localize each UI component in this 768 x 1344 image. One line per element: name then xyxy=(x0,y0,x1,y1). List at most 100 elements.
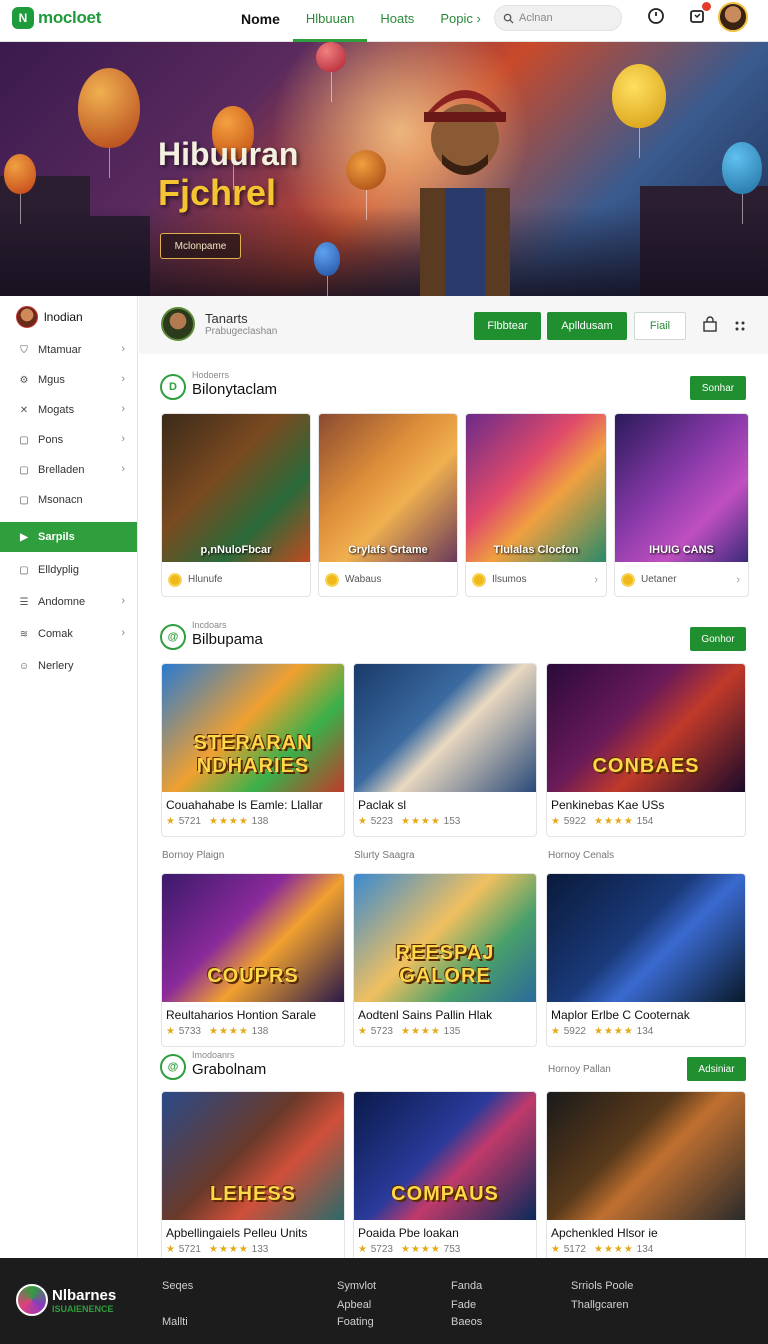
nav-link-popic[interactable]: Popic › xyxy=(427,0,493,42)
search-icon xyxy=(503,13,514,24)
chevron-right-icon: › xyxy=(121,433,125,445)
sidebar-item[interactable]: ⛉ Mtamuar › xyxy=(0,335,137,365)
sidebar-item-label: Nerlery xyxy=(38,660,74,672)
star-rating-icon: ★★★★ xyxy=(209,1244,249,1255)
chevron-right-icon: › xyxy=(736,573,740,586)
footer-link[interactable]: Fade xyxy=(451,1299,476,1311)
search-input[interactable] xyxy=(519,12,615,24)
sidebar-item[interactable]: ▢ Msonacn xyxy=(0,485,137,515)
game-card[interactable]: COUPRS Reultaharios Hontion Sarale ★ 5733 ★… xyxy=(161,873,345,1047)
game-card[interactable]: Maplor Erlbe C Cooternak ★ 5922 ★★★★ 134 xyxy=(546,873,746,1047)
game-card[interactable]: CONBAES Penkinebas Kae USs ★ 5922 ★★★★ 154 xyxy=(546,663,746,837)
footer-link[interactable]: Thallgcaren xyxy=(571,1299,628,1311)
game-card-small[interactable]: p,nNuloFbcar Hlunufe xyxy=(161,413,311,597)
footer-link[interactable]: Mallti xyxy=(162,1316,188,1328)
rating-count: 5723 xyxy=(370,1244,393,1255)
sidebar-item-label: Mgus xyxy=(38,374,65,386)
review-count: 153 xyxy=(443,816,461,827)
chevron-right-icon: › xyxy=(121,627,125,639)
filter-button[interactable]: Flbbtear xyxy=(474,312,541,340)
game-card[interactable]: STERARAN NDHARIES Couahahabe ls Eamle: Ll… xyxy=(161,663,345,837)
profile-subtitle: Prabugeclashan xyxy=(205,326,278,337)
brand-logo[interactable]: N mocloet xyxy=(12,7,101,29)
sidebar-item[interactable]: ☰ Andomne › xyxy=(0,587,137,617)
game-thumbnail-caption: IHUIG CANS xyxy=(649,544,714,556)
sidebar-item[interactable]: ≋ Comak › xyxy=(0,619,137,649)
more-button[interactable] xyxy=(735,318,745,336)
game-card-small[interactable]: IHUIG CANS Uetaner › xyxy=(614,413,749,597)
nav-link-hiburan[interactable]: Hlbuuan xyxy=(292,0,368,42)
balloon-decoration xyxy=(4,154,36,224)
game-card[interactable]: Paclak sl ★ 5223 ★★★★ 153 xyxy=(353,663,537,837)
game-card[interactable]: REESPAJ GALORE Aodtenl Sains Pallin Hlak ★… xyxy=(353,873,537,1047)
notifications-button[interactable] xyxy=(687,2,711,26)
apply-button[interactable]: Aplldusam xyxy=(547,312,627,340)
footer-logo[interactable]: Nlbarnes ISUAIENENCE xyxy=(16,1284,116,1316)
search-box[interactable] xyxy=(494,5,622,31)
footer-link[interactable]: Apbeal xyxy=(337,1299,371,1311)
game-thumbnail: IHUIG CANS xyxy=(615,414,748,562)
doc-icon: ▢ xyxy=(19,464,29,476)
footer-link[interactable]: Fanda xyxy=(451,1280,482,1292)
nav-links: Nome Hlbuuan Hoats Popic › xyxy=(228,0,494,42)
sidebar-item-label: Comak xyxy=(38,628,73,640)
game-card-small[interactable]: Grylafs Grtame Wabaus xyxy=(318,413,458,597)
footer-link[interactable]: Srriols Poole xyxy=(571,1280,633,1292)
brand-name: mocloet xyxy=(38,8,102,27)
game-rating: ★ 5721 ★★★★ 138 xyxy=(162,812,344,827)
game-thumbnail-caption: Grylafs Grtame xyxy=(348,544,428,556)
game-card[interactable]: Apchenkled Hlsor ie ★ 5172 ★★★★ 134 xyxy=(546,1091,746,1265)
game-title: Couahahabe ls Eamle: Llallar xyxy=(166,798,323,812)
section1-button[interactable]: Sonhar xyxy=(690,376,746,400)
clock-button[interactable] xyxy=(646,6,666,26)
star-rating-icon: ★★★★ xyxy=(209,816,249,827)
review-count: 134 xyxy=(636,1026,654,1037)
sidebar-item[interactable]: ▶ Sarpils xyxy=(0,522,137,552)
fail-button[interactable]: Fiail xyxy=(634,312,686,340)
game-rating: ★ 5721 ★★★★ 133 xyxy=(162,1240,344,1255)
section2-button[interactable]: Gonhor xyxy=(690,627,746,651)
game-logo-text: STERARAN NDHARIES xyxy=(193,732,313,777)
game-rating: ★ 5223 ★★★★ 153 xyxy=(354,812,536,827)
nav-link-home[interactable]: Nome xyxy=(228,0,293,42)
game-rating: ★ 5922 ★★★★ 134 xyxy=(547,1022,745,1037)
lock-button[interactable] xyxy=(703,316,717,337)
rating-count: 5172 xyxy=(563,1244,586,1255)
star-rating-icon: ★★★★ xyxy=(209,1026,249,1037)
grid-dots-icon xyxy=(735,321,745,331)
sidebar-item[interactable]: ✕ Mogats › xyxy=(0,395,137,425)
hero-crowd xyxy=(0,206,768,296)
game-card-small[interactable]: Tlulalas Clocfon Ilsumos › xyxy=(465,413,607,597)
coin-icon xyxy=(472,572,486,587)
sidebar-item[interactable]: ▢ Pons › xyxy=(0,425,137,455)
game-thumbnail xyxy=(547,1092,745,1220)
rating-count: 5733 xyxy=(178,1026,201,1037)
game-title: Paclak sl xyxy=(358,798,407,812)
top-navbar: N mocloet Nome Hlbuuan Hoats Popic › xyxy=(0,0,768,42)
footer-link[interactable]: Seqes xyxy=(162,1280,193,1292)
footer-link[interactable]: Symvlot xyxy=(337,1280,376,1292)
sidebar-item[interactable]: ▢ Brelladen › xyxy=(0,455,137,485)
star-icon: ★ xyxy=(166,1026,176,1037)
sidebar-item[interactable]: ▢ Elldyplig xyxy=(0,555,137,585)
game-card[interactable]: LEHESS Apbellingaiels Pelleu Units ★ 5721 ★… xyxy=(161,1091,345,1265)
profile-avatar[interactable] xyxy=(161,307,195,341)
game-rating: ★ 5723 ★★★★ 135 xyxy=(354,1022,536,1037)
sidebar-item[interactable]: ⚙ Mgus › xyxy=(0,365,137,395)
sidebar-item-label: Msonacn xyxy=(38,494,83,506)
footer-link[interactable]: Foating xyxy=(337,1316,374,1328)
game-thumbnail: REESPAJ GALORE xyxy=(354,874,536,1002)
sidebar-user[interactable]: lnodian xyxy=(16,306,83,328)
hero-cta-button[interactable]: Mclonpame xyxy=(160,233,241,259)
sidebar-item[interactable]: ☺ Nerlery xyxy=(0,651,137,681)
balloon-decoration xyxy=(316,42,346,102)
section3-kicker: Imodoanrs xyxy=(192,1050,235,1060)
section3-button[interactable]: Adsiniar xyxy=(687,1057,746,1081)
nav-link-hoats[interactable]: Hoats xyxy=(367,0,427,42)
rating-count: 5223 xyxy=(370,816,393,827)
card-footer: Uetaner › xyxy=(615,562,748,596)
section2-kicker: Incdoars xyxy=(192,620,227,630)
footer-link[interactable]: Baeos xyxy=(451,1316,482,1328)
game-card[interactable]: COMPAUS Poaida Pbe loakan ★ 5723 ★★★★ 753 xyxy=(353,1091,537,1265)
user-avatar[interactable] xyxy=(718,2,748,32)
